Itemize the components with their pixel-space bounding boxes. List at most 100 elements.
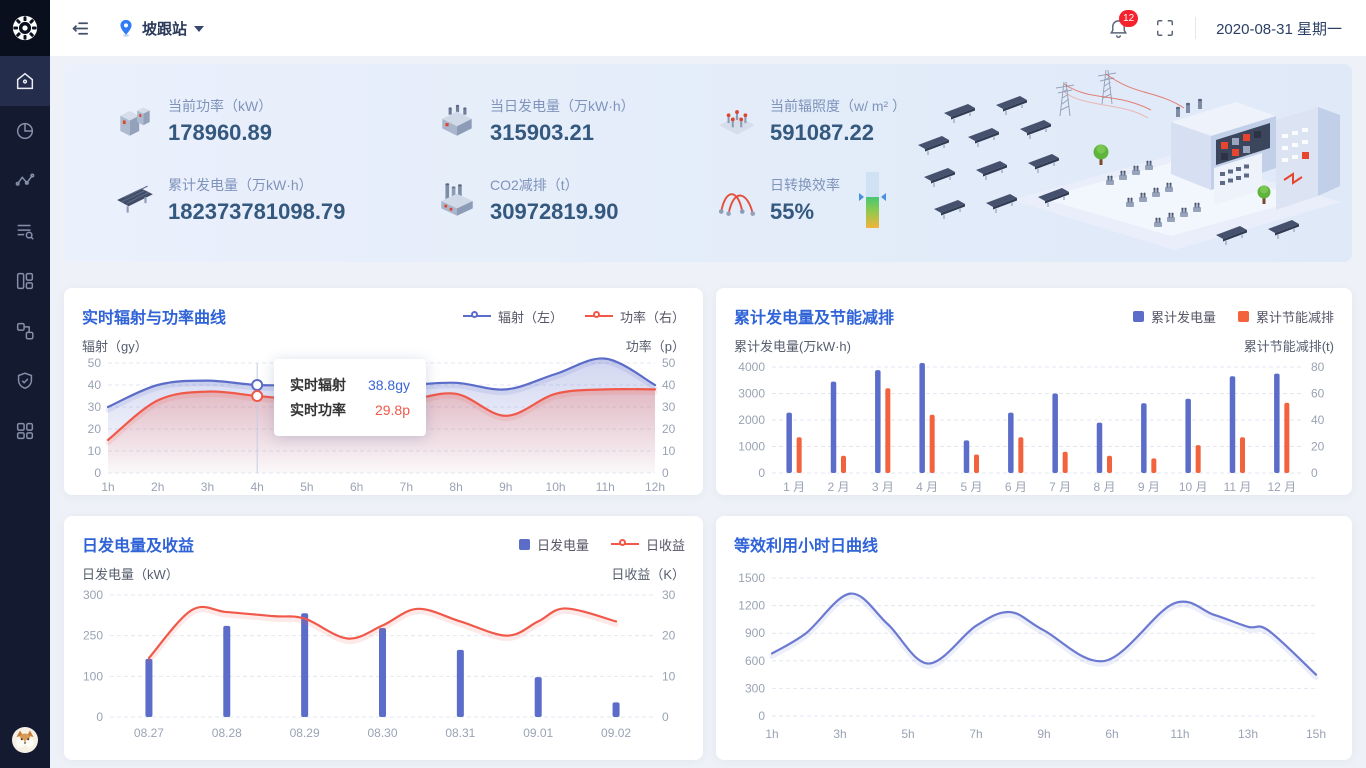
stat-value: 30972819.90	[490, 199, 618, 225]
stat-co2-reduction: CO2减排（t） 30972819.90	[436, 172, 716, 228]
card-daily: 日发电量及收益 日发电量 日收益	[64, 516, 703, 760]
station-selector[interactable]: 坡跟站	[117, 18, 204, 39]
svg-text:09.02: 09.02	[601, 726, 631, 740]
stat-label: 当前功率（kW）	[168, 96, 272, 116]
svg-text:1200: 1200	[738, 599, 765, 613]
svg-text:5h: 5h	[901, 727, 914, 741]
legend-item-cum-generation[interactable]: 累计发电量	[1133, 307, 1216, 326]
fullscreen-button[interactable]	[1155, 18, 1175, 38]
legend: 日发电量 日收益	[519, 535, 685, 554]
svg-text:8 月: 8 月	[1093, 480, 1115, 494]
gauge-marker-right	[881, 193, 886, 201]
daily-chart[interactable]: 0010010250203003008.2708.2808.2908.3008.…	[82, 583, 685, 743]
svg-text:10: 10	[662, 669, 676, 683]
factory-icon	[436, 181, 478, 219]
svg-text:10h: 10h	[546, 480, 566, 494]
svg-text:10: 10	[662, 444, 676, 458]
svg-text:80: 80	[1311, 360, 1325, 374]
svg-text:60: 60	[1311, 387, 1325, 401]
solar-panel-icon	[114, 181, 156, 219]
svg-text:50: 50	[662, 356, 676, 370]
svg-text:2h: 2h	[151, 480, 164, 494]
topology-icon	[14, 320, 36, 342]
svg-text:11h: 11h	[1170, 727, 1189, 741]
svg-text:4000: 4000	[738, 360, 765, 374]
svg-text:4 月: 4 月	[916, 480, 938, 494]
sidebar-item-topology[interactable]	[0, 306, 50, 356]
stat-label: 当前辐照度（w/ m² ）	[770, 96, 906, 116]
svg-text:300: 300	[745, 681, 765, 695]
stats-grid: 当前功率（kW） 178960.89	[114, 96, 1046, 228]
sidebar-item-devices[interactable]	[0, 256, 50, 306]
pie-chart-icon	[14, 120, 36, 142]
notifications-button[interactable]: 12	[1108, 18, 1129, 39]
app-root: 坡跟站 12 2020-08-31 星期一	[0, 0, 1366, 768]
svg-text:600: 600	[745, 654, 765, 668]
fullscreen-icon	[1155, 18, 1175, 38]
stat-value: 182373781098.79	[168, 199, 345, 225]
sidebar-item-security[interactable]	[0, 356, 50, 406]
menu-collapse-button[interactable]	[70, 18, 91, 39]
svg-text:3 月: 3 月	[872, 480, 894, 494]
svg-text:0: 0	[96, 710, 103, 724]
irradiance-icon	[716, 102, 758, 140]
legend-label: 累计节能减排	[1256, 307, 1334, 326]
y-left-title: 累计发电量(万kW·h)	[734, 336, 851, 355]
station-name: 坡跟站	[142, 18, 187, 39]
svg-text:8h: 8h	[449, 480, 462, 494]
svg-text:0: 0	[758, 466, 765, 480]
legend-item-cum-saving[interactable]: 累计节能减排	[1238, 307, 1334, 326]
legend-item-daily-generation[interactable]: 日发电量	[519, 535, 589, 554]
stat-value: 55%	[770, 199, 840, 225]
svg-text:2000: 2000	[738, 413, 765, 427]
sidebar-item-logs[interactable]	[0, 206, 50, 256]
sidebar-item-home[interactable]	[0, 56, 50, 106]
svg-text:7h: 7h	[969, 727, 982, 741]
y-right-title: 累计节能减排(t)	[1244, 336, 1334, 355]
legend-item-radiation[interactable]: 辐射（左）	[463, 307, 563, 326]
svg-text:40: 40	[88, 378, 102, 392]
chart-area: 0300600900120015001h3h5h7h9h6h11h13h15h	[734, 566, 1334, 749]
user-avatar[interactable]	[11, 726, 39, 754]
legend: 累计发电量 累计节能减排	[1133, 307, 1334, 326]
sidebar	[0, 0, 50, 768]
legend-item-daily-income[interactable]: 日收益	[611, 535, 685, 554]
legend-item-power[interactable]: 功率（右）	[585, 307, 685, 326]
sidebar-item-apps[interactable]	[0, 406, 50, 456]
sidebar-item-analytics[interactable]	[0, 106, 50, 156]
y-left-title: 日发电量（kW）	[82, 564, 179, 583]
svg-text:30: 30	[662, 588, 676, 602]
svg-text:50: 50	[88, 356, 102, 370]
svg-text:10 月: 10 月	[1179, 480, 1208, 494]
legend-label: 辐射（左）	[498, 307, 563, 326]
svg-text:5 月: 5 月	[960, 480, 982, 494]
chart-area: 0010010250203003008.2708.2808.2908.3008.…	[82, 583, 685, 748]
svg-text:1h: 1h	[101, 480, 114, 494]
equivalent-hours-chart[interactable]: 0300600900120015001h3h5h7h9h6h11h13h15h	[734, 566, 1334, 744]
legend: 辐射（左） 功率（右）	[463, 307, 685, 326]
svg-text:6h: 6h	[1105, 727, 1118, 741]
svg-text:11 月: 11 月	[1224, 480, 1252, 494]
svg-text:08.27: 08.27	[134, 726, 164, 740]
plant-illustration	[916, 68, 1346, 258]
svg-text:0: 0	[662, 710, 669, 724]
svg-text:40: 40	[662, 378, 676, 392]
cumulative-chart[interactable]: 001000202000403000604000801 月2 月3 月4 月5 …	[734, 355, 1334, 497]
stat-value: 591087.22	[770, 120, 906, 146]
svg-text:0: 0	[662, 466, 669, 480]
svg-text:7h: 7h	[400, 480, 413, 494]
svg-text:9 月: 9 月	[1138, 480, 1160, 494]
content: 当前功率（kW） 178960.89	[50, 56, 1366, 768]
sidebar-item-monitor[interactable]	[0, 156, 50, 206]
app-logo[interactable]	[0, 0, 50, 56]
apps-icon	[14, 420, 36, 442]
line-legend-glyph	[611, 543, 639, 545]
main-area: 坡跟站 12 2020-08-31 星期一	[50, 0, 1366, 768]
svg-text:6 月: 6 月	[1005, 480, 1027, 494]
svg-text:30: 30	[662, 400, 676, 414]
svg-text:09.01: 09.01	[523, 726, 553, 740]
svg-text:0: 0	[94, 466, 101, 480]
svg-text:300: 300	[83, 588, 103, 602]
stat-daily-generation: 当日发电量（万kW·h） 315903.21	[436, 96, 716, 146]
svg-text:11h: 11h	[596, 480, 615, 494]
